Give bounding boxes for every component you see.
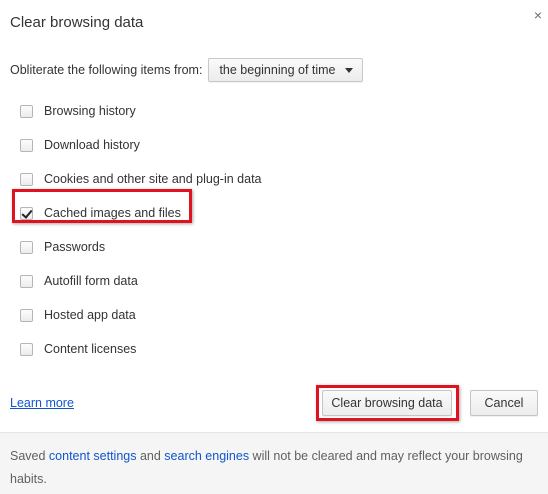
content-settings-link[interactable]: content settings <box>49 449 137 463</box>
footer-note: Saved content settings and search engine… <box>0 432 548 494</box>
option-label: Browsing history <box>44 104 136 118</box>
time-range-label: Obliterate the following items from: <box>10 63 203 77</box>
footer-middle: and <box>136 449 165 463</box>
option-hosted-app-data[interactable]: Hosted app data <box>20 298 262 332</box>
option-cached-images[interactable]: Cached images and files <box>20 196 262 230</box>
checkbox-cookies[interactable] <box>20 172 33 186</box>
option-browsing-history[interactable]: Browsing history <box>20 94 262 128</box>
time-range-selected-value: the beginning of time <box>219 63 336 77</box>
cancel-button[interactable]: Cancel <box>470 390 538 416</box>
checkbox-content-licenses[interactable] <box>20 342 33 356</box>
footer-text: Saved content settings and search engine… <box>10 445 530 491</box>
clear-browsing-data-button[interactable]: Clear browsing data <box>322 390 452 416</box>
clear-browsing-data-dialog: Clear browsing data × Obliterate the fol… <box>0 0 548 494</box>
checkbox-autofill[interactable] <box>20 274 33 288</box>
time-range-select[interactable]: the beginning of time <box>208 58 363 82</box>
checkbox-hosted-app-data[interactable] <box>20 308 33 322</box>
checkbox-cached-images[interactable] <box>20 206 33 220</box>
option-label: Content licenses <box>44 342 137 356</box>
option-cookies[interactable]: Cookies and other site and plug-in data <box>20 162 262 196</box>
dropdown-arrow-icon <box>344 68 353 73</box>
option-label: Cookies and other site and plug-in data <box>44 172 262 186</box>
option-label: Cached images and files <box>44 206 181 220</box>
option-content-licenses[interactable]: Content licenses <box>20 332 262 366</box>
option-label: Hosted app data <box>44 308 136 322</box>
checkbox-download-history[interactable] <box>20 138 33 152</box>
option-label: Autofill form data <box>44 274 138 288</box>
dialog-title: Clear browsing data <box>10 14 144 31</box>
data-types-list: Browsing history Download history Cookie… <box>20 94 262 366</box>
close-icon[interactable]: × <box>531 8 545 22</box>
option-passwords[interactable]: Passwords <box>20 230 262 264</box>
footer-prefix: Saved <box>10 449 49 463</box>
checkbox-passwords[interactable] <box>20 240 33 254</box>
option-download-history[interactable]: Download history <box>20 128 262 162</box>
learn-more-link[interactable]: Learn more <box>10 396 74 410</box>
option-label: Passwords <box>44 240 106 254</box>
option-label: Download history <box>44 138 140 152</box>
option-autofill[interactable]: Autofill form data <box>20 264 262 298</box>
search-engines-link[interactable]: search engines <box>164 449 249 463</box>
checkbox-browsing-history[interactable] <box>20 104 33 118</box>
time-range-row: Obliterate the following items from: the… <box>10 57 363 83</box>
